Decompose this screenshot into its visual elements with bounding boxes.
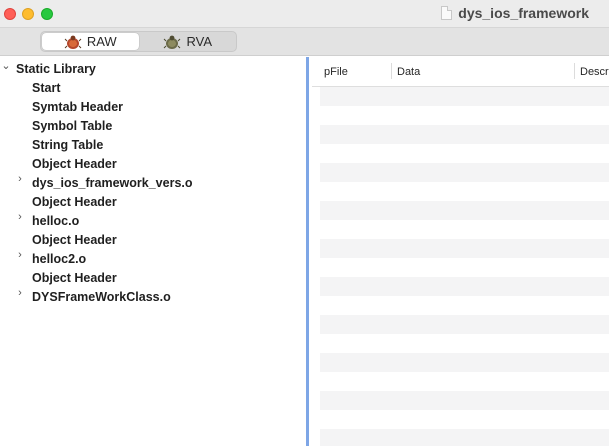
file-structure-tree[interactable]: ⌄ Static Library Start Symtab Header Sym…: [0, 57, 309, 446]
rva-mode-button[interactable]: RVA: [140, 32, 237, 51]
tree-item-symbol-table[interactable]: Symbol Table: [0, 116, 306, 135]
zoom-window-button[interactable]: [41, 8, 53, 20]
tree-item-label: dys_ios_framework_vers.o: [32, 175, 193, 190]
tree-item-helloc-o[interactable]: › helloc.o: [0, 211, 306, 230]
tree-item-label: DYSFrameWorkClass.o: [32, 289, 171, 304]
tree-item-label: String Table: [32, 137, 104, 152]
tree-item-label: Object Header: [32, 270, 117, 285]
chevron-down-icon[interactable]: ⌄: [1, 59, 11, 72]
tree-item-object-header[interactable]: Object Header: [0, 154, 306, 173]
table-row[interactable]: [320, 201, 609, 220]
column-header-pfile[interactable]: pFile: [324, 66, 348, 78]
tree-item-symtab-header[interactable]: Symtab Header: [0, 97, 306, 116]
toolbar: RAW RVA: [0, 28, 609, 56]
tree-item-helloc2-o[interactable]: › helloc2.o: [0, 249, 306, 268]
table-row[interactable]: [320, 277, 609, 296]
tree-item-label: Start: [32, 80, 61, 95]
chevron-right-icon[interactable]: ›: [15, 287, 25, 299]
close-window-button[interactable]: [4, 8, 16, 20]
tree-item-object-header[interactable]: Object Header: [0, 268, 306, 287]
table-row[interactable]: [320, 125, 609, 144]
tree-item-object-header[interactable]: Object Header: [0, 230, 306, 249]
document-icon: [441, 6, 453, 20]
tree-item-string-table[interactable]: String Table: [0, 135, 306, 154]
tree-root-static-library[interactable]: ⌄ Static Library: [0, 59, 306, 78]
title-bar: dys_ios_framework: [0, 0, 609, 28]
window-title-group: dys_ios_framework: [441, 5, 589, 21]
tree-item-dysframeworkclass-o[interactable]: › DYSFrameWorkClass.o: [0, 287, 306, 306]
table-header: pFile Data Descr: [312, 57, 609, 87]
table-row[interactable]: [320, 163, 609, 182]
raw-mode-button[interactable]: RAW: [42, 33, 139, 50]
tree-item-label: Object Header: [32, 194, 117, 209]
bug-icon: [64, 35, 82, 49]
window-title: dys_ios_framework: [458, 5, 589, 21]
tree-item-label: helloc2.o: [32, 251, 87, 266]
tree-item-label: helloc.o: [32, 213, 80, 228]
rva-mode-label: RVA: [186, 34, 213, 49]
chevron-right-icon[interactable]: ›: [15, 211, 25, 223]
column-header-data[interactable]: Data: [397, 66, 420, 78]
tree-item-object-header[interactable]: Object Header: [0, 192, 306, 211]
table-row[interactable]: [320, 315, 609, 334]
chevron-right-icon[interactable]: ›: [15, 249, 25, 261]
chevron-right-icon[interactable]: ›: [15, 173, 25, 185]
bug-icon: [164, 35, 181, 49]
tree-item-start[interactable]: Start: [0, 78, 306, 97]
address-mode-segmented-control: RAW RVA: [40, 31, 237, 52]
column-separator[interactable]: [574, 63, 575, 79]
minimize-window-button[interactable]: [22, 8, 34, 20]
table-row[interactable]: [320, 391, 609, 410]
tree-item-label: Object Header: [32, 232, 117, 247]
tree-item-label: Object Header: [32, 156, 117, 171]
table-row[interactable]: [320, 239, 609, 258]
raw-mode-label: RAW: [86, 34, 117, 49]
table-row[interactable]: [320, 429, 609, 446]
column-separator[interactable]: [391, 63, 392, 79]
tree-item-dys-ios-framework-vers-o[interactable]: › dys_ios_framework_vers.o: [0, 173, 306, 192]
tree-item-label: Static Library: [16, 61, 96, 76]
table-row[interactable]: [320, 353, 609, 372]
table-row[interactable]: [320, 87, 609, 106]
tree-item-label: Symtab Header: [32, 99, 124, 114]
data-table[interactable]: pFile Data Descr: [312, 57, 609, 446]
column-header-description[interactable]: Descr: [580, 66, 609, 78]
tree-item-label: Symbol Table: [32, 118, 113, 133]
